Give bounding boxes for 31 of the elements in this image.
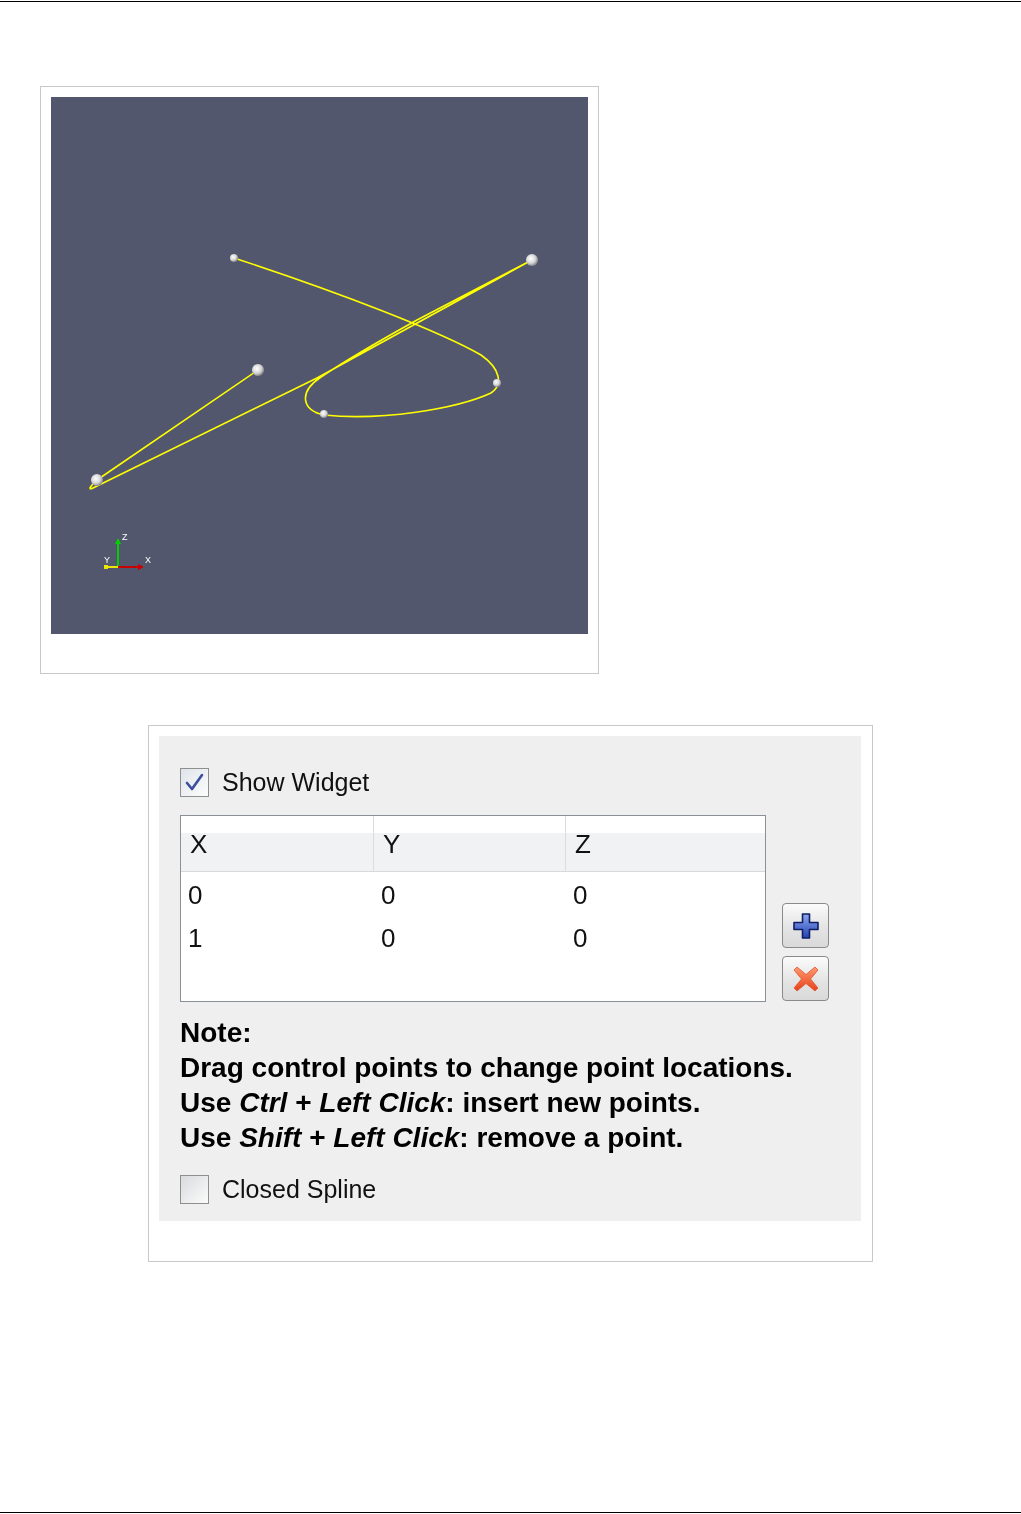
axis-label: X (145, 555, 151, 565)
table-cell-text: 0 (572, 922, 589, 955)
checkbox[interactable] (180, 1174, 209, 1204)
table-cell-text: 0 (187, 879, 204, 912)
table-cell-text: 1 (187, 922, 204, 955)
checkbox-label[interactable]: Show Widget (222, 767, 370, 797)
axis-label: Y (104, 555, 110, 565)
cross-icon (792, 965, 819, 992)
table-cell-text: 0 (380, 922, 397, 955)
note-line: Use Shift + Left Click: remove a point. (180, 1121, 684, 1155)
checkmark-icon (185, 772, 204, 792)
control-point[interactable] (320, 410, 328, 418)
column-header[interactable]: Z (566, 816, 762, 871)
axis-label: Z (122, 532, 128, 542)
control-point[interactable] (493, 379, 501, 387)
note-heading: Note: (180, 1016, 252, 1050)
table-cell-text: 0 (380, 879, 397, 912)
control-point[interactable] (230, 254, 238, 262)
column-header[interactable]: X (181, 816, 374, 871)
column-header[interactable]: Y (374, 816, 566, 871)
table-cell-text: 0 (572, 879, 589, 912)
control-point[interactable] (526, 254, 538, 266)
checkbox[interactable] (180, 767, 209, 797)
control-point[interactable] (91, 474, 103, 486)
control-point[interactable] (252, 364, 264, 376)
checkbox-label[interactable]: Closed Spline (222, 1174, 377, 1204)
add-point-button[interactable] (782, 903, 829, 948)
note-line: Use Ctrl + Left Click: insert new points. (180, 1086, 701, 1120)
remove-point-button[interactable] (782, 956, 829, 1001)
plus-icon (792, 912, 819, 939)
note-line: Drag control points to change point locations. (180, 1051, 793, 1085)
